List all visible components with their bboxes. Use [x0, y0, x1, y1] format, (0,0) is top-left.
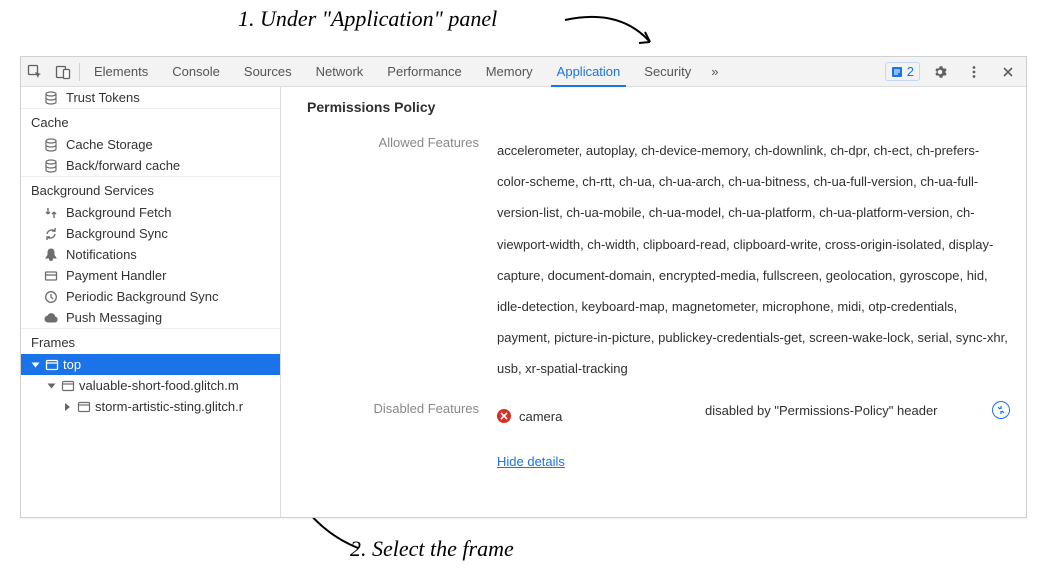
- clock-icon: [43, 289, 58, 304]
- database-icon: [43, 90, 58, 105]
- inspect-element-icon[interactable]: [21, 58, 49, 86]
- sidebar-frame-child-2[interactable]: storm-artistic-sting.glitch.r: [21, 396, 280, 417]
- error-icon: [497, 409, 511, 423]
- fetch-icon: [43, 205, 58, 220]
- sidebar-item-label: Trust Tokens: [66, 90, 140, 105]
- tab-security[interactable]: Security: [632, 57, 703, 87]
- toolbar-separator: [79, 63, 80, 81]
- settings-icon[interactable]: [926, 58, 954, 86]
- tab-memory[interactable]: Memory: [474, 57, 545, 87]
- sidebar-item-label: Cache Storage: [66, 137, 153, 152]
- tab-sources[interactable]: Sources: [232, 57, 304, 87]
- tab-performance[interactable]: Performance: [375, 57, 473, 87]
- sidebar-item-label: Push Messaging: [66, 310, 162, 325]
- sidebar-item-label: Payment Handler: [66, 268, 166, 283]
- tab-network[interactable]: Network: [304, 57, 376, 87]
- sidebar-item-push[interactable]: Push Messaging: [21, 307, 280, 328]
- sidebar-item-bfcache[interactable]: Back/forward cache: [21, 155, 280, 176]
- main-panel: Permissions Policy Allowed Features acce…: [281, 87, 1026, 517]
- card-icon: [43, 268, 58, 283]
- sidebar-item-notifications[interactable]: Notifications: [21, 244, 280, 265]
- sidebar-group-bg: Background Services: [21, 176, 280, 202]
- toolbar-tabs: Elements Console Sources Network Perform…: [82, 57, 885, 87]
- sidebar-group-frames: Frames: [21, 328, 280, 354]
- database-icon: [43, 137, 58, 152]
- devtools-toolbar: Elements Console Sources Network Perform…: [21, 57, 1026, 87]
- caret-icon: [65, 403, 70, 411]
- sidebar-item-label: storm-artistic-sting.glitch.r: [95, 399, 243, 414]
- device-toggle-icon[interactable]: [49, 58, 77, 86]
- sidebar-item-trust-tokens[interactable]: Trust Tokens: [21, 87, 280, 108]
- sidebar-item-label: Background Fetch: [66, 205, 172, 220]
- cloud-icon: [43, 310, 58, 325]
- disabled-feature-name: camera: [519, 401, 562, 432]
- sidebar-item-bg-fetch[interactable]: Background Fetch: [21, 202, 280, 223]
- caret-icon: [32, 362, 40, 367]
- disabled-features-label: Disabled Features: [297, 401, 497, 416]
- database-icon: [43, 158, 58, 173]
- tab-elements[interactable]: Elements: [82, 57, 160, 87]
- sidebar-item-label: top: [63, 357, 81, 372]
- hide-details-link[interactable]: Hide details: [497, 454, 565, 469]
- tab-console[interactable]: Console: [160, 57, 232, 87]
- issues-count: 2: [907, 64, 914, 79]
- sidebar-item-label: valuable-short-food.glitch.m: [79, 378, 239, 393]
- close-icon[interactable]: [994, 58, 1022, 86]
- panel-heading: Permissions Policy: [307, 99, 1010, 115]
- annotation-bottom: 2. Select the frame: [350, 536, 514, 562]
- sidebar-item-label: Notifications: [66, 247, 137, 262]
- sidebar-item-label: Background Sync: [66, 226, 168, 241]
- sync-icon: [43, 226, 58, 241]
- sidebar-frame-top[interactable]: top: [21, 354, 280, 375]
- application-sidebar: Trust Tokens Cache Cache Storage Back/fo…: [21, 87, 281, 517]
- tab-application[interactable]: Application: [545, 57, 633, 87]
- annotation-arrow-top: [560, 10, 670, 60]
- sidebar-item-label: Back/forward cache: [66, 158, 180, 173]
- sidebar-item-cache-storage[interactable]: Cache Storage: [21, 134, 280, 155]
- kebab-menu-icon[interactable]: [960, 58, 988, 86]
- sidebar-item-periodic-sync[interactable]: Periodic Background Sync: [21, 286, 280, 307]
- sidebar-group-cache: Cache: [21, 108, 280, 134]
- window-icon: [44, 357, 59, 372]
- devtools-window: Elements Console Sources Network Perform…: [20, 56, 1027, 518]
- sidebar-item-payment[interactable]: Payment Handler: [21, 265, 280, 286]
- allowed-features-text: accelerometer, autoplay, ch-device-memor…: [497, 135, 1010, 385]
- sidebar-item-bg-sync[interactable]: Background Sync: [21, 223, 280, 244]
- annotation-top: 1. Under "Application" panel: [238, 6, 497, 32]
- caret-icon: [48, 383, 56, 388]
- bell-icon: [43, 247, 58, 262]
- reload-icon[interactable]: [992, 401, 1010, 419]
- frame-icon: [60, 378, 75, 393]
- tab-overflow[interactable]: »: [703, 57, 726, 87]
- sidebar-item-label: Periodic Background Sync: [66, 289, 218, 304]
- allowed-features-label: Allowed Features: [297, 135, 497, 150]
- issues-button[interactable]: 2: [885, 62, 920, 81]
- sidebar-frame-child-1[interactable]: valuable-short-food.glitch.m: [21, 375, 280, 396]
- frame-icon: [76, 399, 91, 414]
- disabled-feature-reason: disabled by "Permissions-Policy" header: [705, 401, 938, 422]
